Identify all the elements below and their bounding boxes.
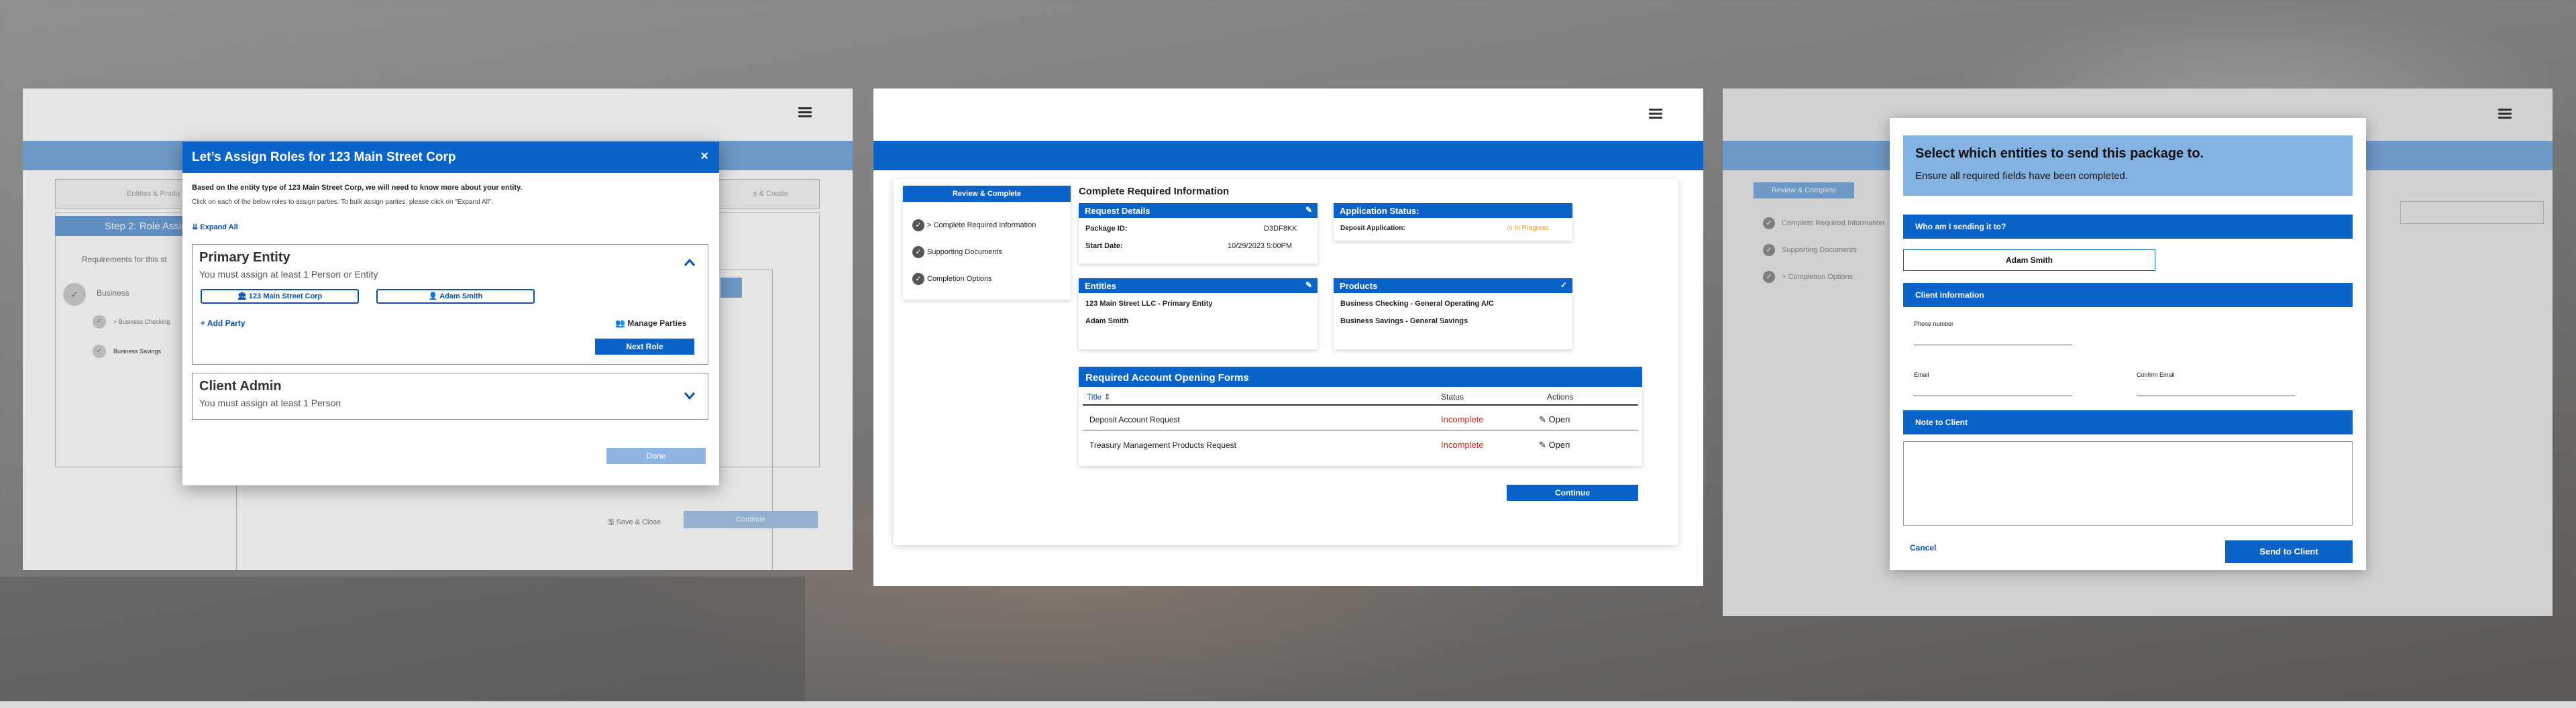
send-to-client-button[interactable]: Send to Client [2225, 540, 2353, 563]
forms-table: Required Account Opening Forms Title ⇕ S… [1079, 367, 1642, 466]
section-who: Who am I sending it to? [1903, 215, 2353, 239]
section-note: Note to Client [1903, 410, 2353, 434]
open-button[interactable]: ✎ Open [1539, 440, 1570, 451]
package-value: D3DF8KK [1264, 225, 1297, 233]
add-party-link[interactable]: + Add Party [201, 318, 246, 328]
dialog-subtitle: Ensure all required fields have been com… [1915, 170, 2128, 182]
modal-instructions: Click on each of the below roles to assi… [192, 198, 494, 206]
cancel-button[interactable]: Cancel [1910, 543, 1936, 552]
open-button[interactable]: ✎ Open [1539, 414, 1570, 425]
manage-parties-link[interactable]: 👥 Manage Parties [615, 318, 686, 328]
start-label: Start Date: [1085, 242, 1123, 250]
form-title: Deposit Account Request [1089, 415, 1180, 424]
sort-icon: ⇕ [1102, 392, 1111, 402]
dialog-title: Select which entities to send this packa… [1915, 146, 2204, 161]
sidebar-item-complete-info[interactable]: > Complete Required Information [927, 221, 1036, 229]
card-title: Primary Entity [199, 250, 290, 265]
building-icon: 🏛 [237, 292, 249, 300]
deposit-label: Deposit Application: [1340, 225, 1405, 232]
sidebar: Review & Complete ✓ > Complete Required … [903, 186, 1071, 300]
modal-intro: Based on the entity type of 123 Main Str… [192, 184, 523, 192]
card-header: Entities ✎ [1079, 278, 1318, 293]
form-title: Treasury Management Products Request [1089, 440, 1236, 450]
party-tag-button[interactable]: 👤 Adam Smith [376, 289, 535, 304]
expand-all-link[interactable]: ⇊ Expand All [192, 223, 238, 231]
entity-item: Adam Smith [1085, 317, 1129, 325]
party-tag-button[interactable]: 🏛 123 Main Street Corp [201, 289, 359, 304]
confirm-email-label: Confirm Email [2137, 371, 2175, 378]
plus-icon: + [201, 318, 207, 328]
recipient-button[interactable]: Adam Smith [1903, 249, 2155, 271]
card-title: Client Admin [199, 379, 282, 394]
chevron-down-icon[interactable] [684, 390, 696, 402]
person-icon: 👤 [428, 292, 440, 300]
clock-icon: ◷ [1507, 225, 1515, 232]
background-blur [0, 577, 805, 708]
dialog-header: Select which entities to send this packa… [1903, 135, 2353, 196]
expand-icon: ⇊ [192, 223, 201, 231]
phone-label: Phone number [1914, 320, 1954, 327]
card-subtitle: You must assign at least 1 Person [199, 398, 341, 408]
table-divider [1083, 404, 1638, 406]
modal-header: Let’s Assign Roles for 123 Main Street C… [182, 142, 719, 173]
assign-roles-modal: Let’s Assign Roles for 123 Main Street C… [182, 142, 719, 485]
start-value: 10/29/2023 5:00PM [1228, 242, 1293, 250]
deposit-status: ◷ In Progress [1507, 225, 1549, 232]
card-header: Application Status: [1334, 203, 1572, 218]
check-icon: ✓ [912, 273, 924, 285]
column-header-status: Status [1441, 392, 1464, 402]
email-label: Email [1914, 371, 1929, 378]
products-card: Products ✓ Business Checking - General Op… [1334, 278, 1572, 349]
column-header-title[interactable]: Title ⇕ [1087, 392, 1111, 402]
screen-complete-info: Review & Complete ✓ > Complete Required … [873, 88, 1703, 586]
check-icon: ✓ [912, 246, 924, 258]
application-status-card: Application Status: Deposit Application:… [1334, 203, 1572, 241]
client-admin-card[interactable]: Client Admin You must assign at least 1 … [192, 373, 708, 420]
form-status: Incomplete [1441, 414, 1484, 424]
next-role-button[interactable]: Next Role [595, 339, 694, 355]
sidebar-item-supporting-docs[interactable]: Supporting Documents [927, 248, 1002, 256]
product-item: Business Checking - General Operating A/… [1340, 300, 1494, 308]
primary-entity-card: Primary Entity You must assign at least … [192, 244, 708, 365]
sidebar-item-completion-options[interactable]: Completion Options [927, 275, 992, 283]
done-button[interactable]: Done [606, 448, 706, 464]
header-band [873, 141, 1703, 170]
entities-card: Entities ✎ 123 Main Street LLC - Primary … [1079, 278, 1318, 349]
check-icon: ✓ [912, 219, 924, 231]
menu-icon[interactable] [1649, 109, 1662, 119]
forms-header: Required Account Opening Forms [1079, 367, 1642, 387]
column-header-actions: Actions [1547, 392, 1574, 402]
send-package-dialog: Select which entities to send this packa… [1890, 118, 2366, 570]
pencil-icon: ✎ [1539, 414, 1549, 424]
edit-icon[interactable]: ✓ [1560, 280, 1567, 290]
request-details-card: Request Details ✎ Package ID: D3DF8KK Sta… [1079, 203, 1318, 263]
form-status: Incomplete [1441, 440, 1484, 450]
package-label: Package ID: [1085, 225, 1128, 233]
edit-icon[interactable]: ✎ [1305, 280, 1312, 290]
modal-title: Let’s Assign Roles for 123 Main Street C… [192, 150, 456, 164]
bottom-strip [0, 701, 2576, 708]
product-item: Business Savings - General Savings [1340, 317, 1468, 325]
continue-button[interactable]: Continue [1507, 485, 1638, 501]
card-header: Request Details ✎ [1079, 203, 1318, 218]
card-header: Products ✓ [1334, 278, 1572, 293]
pencil-icon: ✎ [1539, 440, 1549, 450]
page-title: Complete Required Information [1079, 186, 1230, 197]
sidebar-header: Review & Complete [903, 186, 1071, 202]
chevron-up-icon[interactable] [684, 257, 696, 269]
people-icon: 👥 [615, 318, 628, 328]
card-subtitle: You must assign at least 1 Person or Ent… [199, 269, 378, 280]
content-card: Review & Complete ✓ > Complete Required … [894, 179, 1678, 545]
note-textarea[interactable] [1903, 441, 2353, 526]
section-client-info: Client information [1903, 283, 2353, 307]
entity-item: 123 Main Street LLC - Primary Entity [1085, 300, 1213, 308]
edit-icon[interactable]: ✎ [1305, 205, 1312, 215]
close-icon[interactable]: × [700, 149, 708, 164]
